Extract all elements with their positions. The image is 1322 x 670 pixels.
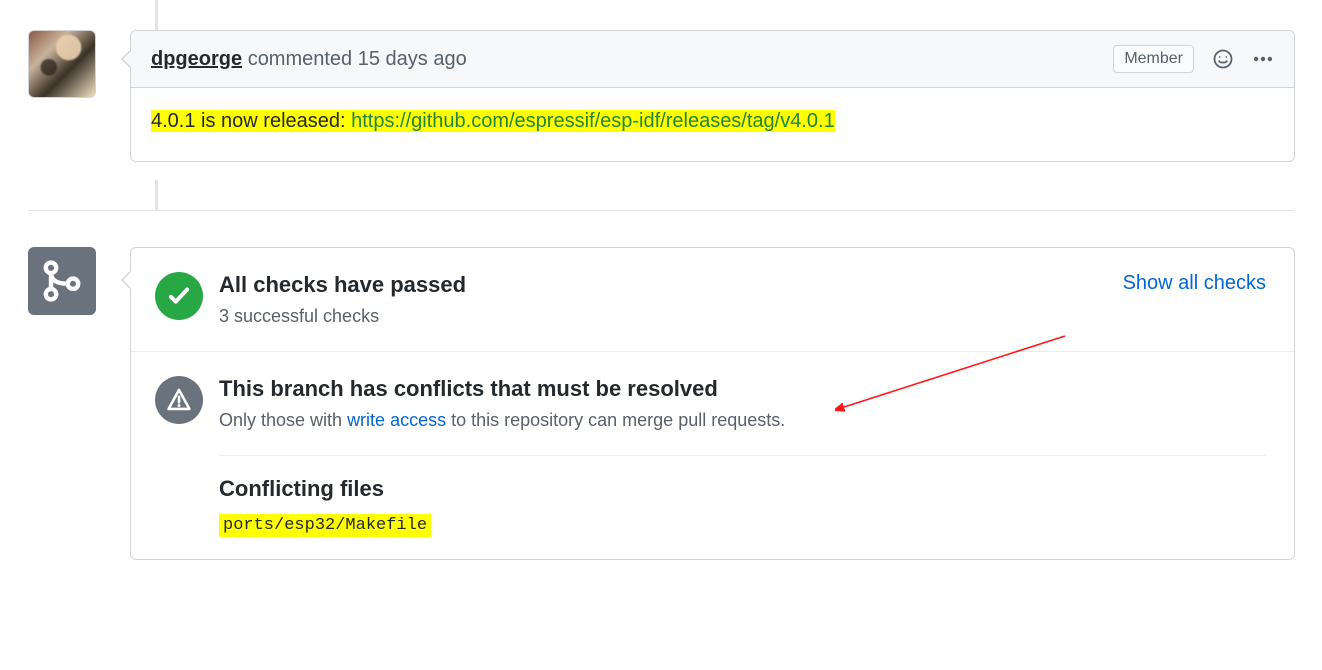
conflict-sub-post: to this repository can merge pull reques…: [446, 410, 785, 430]
conflict-title: This branch has conflicts that must be r…: [219, 376, 1266, 402]
conflict-sub-pre: Only those with: [219, 410, 347, 430]
timeline-divider: [28, 210, 1294, 211]
check-success-icon: [155, 272, 203, 320]
comment-time: commented 15 days ago: [248, 48, 467, 70]
checks-passed-row: All checks have passed 3 successful chec…: [131, 248, 1294, 351]
conflict-sub: Only those with write access to this rep…: [219, 410, 1266, 431]
kebab-menu-icon[interactable]: [1252, 48, 1274, 70]
comment-box: dpgeorge commented 15 days ago Member 4.…: [130, 30, 1295, 162]
write-access-link[interactable]: write access: [347, 410, 446, 430]
emoji-reaction-icon[interactable]: [1212, 48, 1234, 70]
checks-passed-title: All checks have passed: [219, 272, 1266, 298]
merge-status-icon: [28, 247, 96, 315]
conflict-files-heading: Conflicting files: [219, 476, 1266, 502]
comment-text: 4.0.1 is now released:: [151, 110, 351, 132]
inner-divider: [219, 455, 1266, 456]
comment-header: dpgeorge commented 15 days ago Member: [131, 31, 1294, 88]
avatar[interactable]: [28, 30, 96, 98]
author-link[interactable]: dpgeorge: [151, 48, 242, 70]
warning-icon: [155, 376, 203, 424]
checks-passed-sub: 3 successful checks: [219, 306, 1266, 327]
timeline-rail: [155, 180, 158, 210]
conflict-file: ports/esp32/Makefile: [219, 516, 1266, 535]
conflict-file-path[interactable]: ports/esp32/Makefile: [219, 514, 431, 537]
release-link[interactable]: https://github.com/espressif/esp-idf/rel…: [351, 110, 835, 132]
show-all-checks-link[interactable]: Show all checks: [1123, 272, 1266, 295]
member-badge: Member: [1113, 45, 1194, 73]
comment-body: 4.0.1 is now released: https://github.co…: [131, 88, 1294, 161]
checks-panel: All checks have passed 3 successful chec…: [130, 247, 1295, 560]
comment-meta: dpgeorge commented 15 days ago: [151, 48, 467, 71]
timeline-rail: [155, 0, 158, 30]
conflict-row: This branch has conflicts that must be r…: [131, 351, 1294, 559]
